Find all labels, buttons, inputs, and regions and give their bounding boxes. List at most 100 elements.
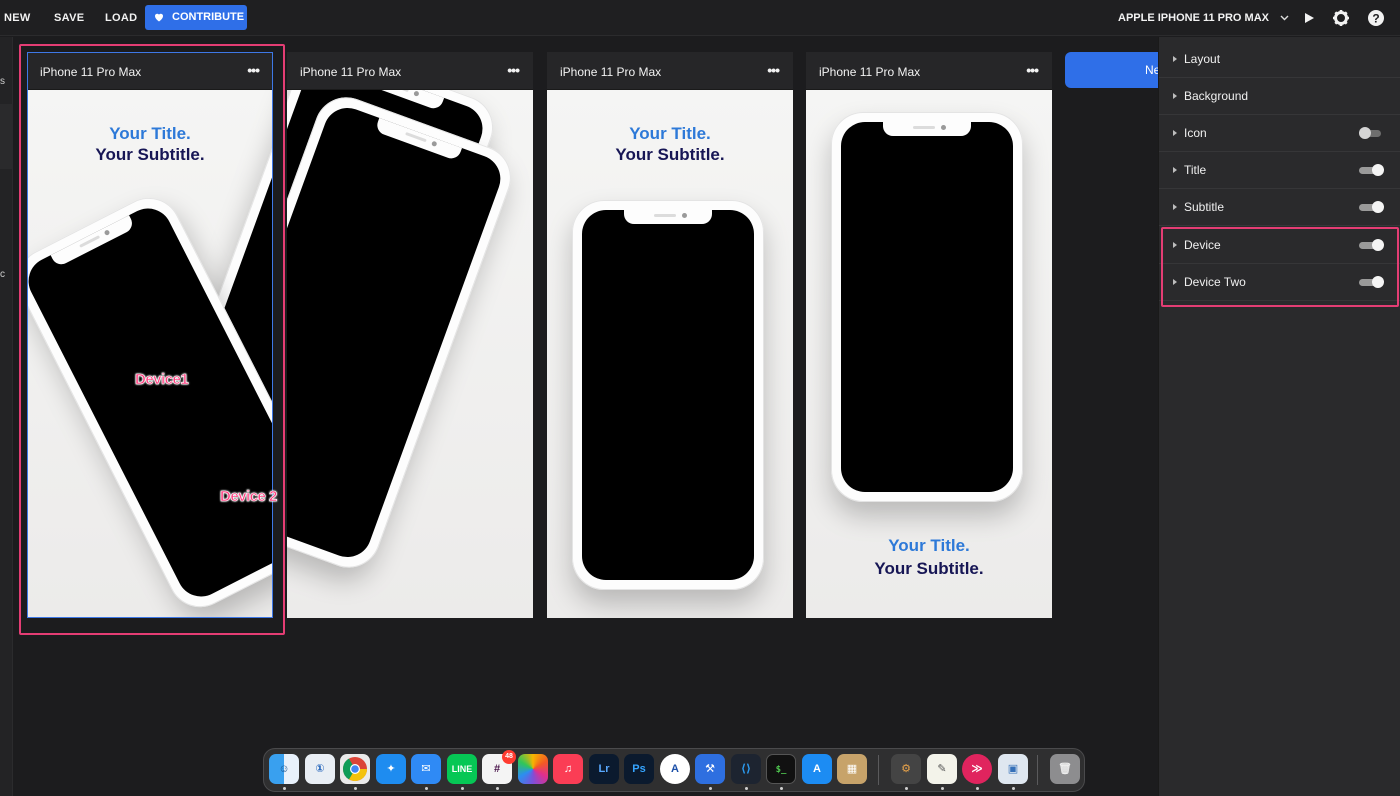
contribute-label: CONTRIBUTE — [172, 11, 245, 23]
app-store-icon[interactable]: A — [802, 754, 832, 784]
caret-right-icon — [1173, 242, 1177, 248]
screenshot-card-4[interactable]: iPhone 11 Pro Max ••• Your Title. Your S… — [806, 52, 1052, 618]
panel-row-layout[interactable]: Layout — [1159, 41, 1400, 78]
preview-title: Your Title. — [629, 124, 711, 143]
safari-icon[interactable]: ✦ — [376, 754, 406, 784]
photos-icon[interactable] — [518, 754, 548, 784]
preview-subtitle: Your Subtitle. — [615, 145, 725, 164]
panel-row-label: Layout — [1184, 52, 1221, 66]
running-indicator — [941, 787, 944, 790]
icon-toggle[interactable] — [1359, 127, 1384, 139]
left-sidebar-char: c — [0, 269, 5, 280]
music-icon[interactable]: ♫ — [553, 754, 583, 784]
dock-separator — [1037, 755, 1038, 785]
running-indicator — [1012, 787, 1015, 790]
more-options-icon[interactable]: ••• — [1026, 62, 1039, 78]
title-toggle[interactable] — [1359, 164, 1384, 176]
1password-icon[interactable]: ① — [305, 754, 335, 784]
caret-right-icon — [1173, 204, 1177, 210]
running-indicator — [780, 787, 783, 790]
macos-dock: ☺ ① ✦ ✉ LINE #48 ♫ Lr Ps A ⚒ ⟨⟩ $_ A ▦ ⚙… — [263, 748, 1085, 792]
panel-row-label: Device Two — [1184, 275, 1246, 289]
help-icon[interactable]: ? — [1366, 8, 1386, 28]
save-button[interactable]: SAVE — [54, 0, 84, 36]
xcode-icon[interactable]: ⚒ — [695, 754, 725, 784]
top-toolbar: NEW SAVE LOAD CONTRIBUTE APPLE IPHONE 11… — [0, 0, 1400, 36]
panel-row-icon[interactable]: Icon — [1159, 115, 1400, 152]
photoshop-icon[interactable]: Ps — [624, 754, 654, 784]
device-mockup[interactable] — [572, 200, 764, 590]
card-title: iPhone 11 Pro Max — [560, 65, 662, 79]
terminal-icon[interactable]: $_ — [766, 754, 796, 784]
line-icon[interactable]: LINE — [447, 754, 477, 784]
caret-right-icon — [1173, 93, 1177, 99]
lightroom-icon[interactable]: Lr — [589, 754, 619, 784]
load-button[interactable]: LOAD — [105, 0, 137, 36]
mail-icon[interactable]: ✉ — [411, 754, 441, 784]
card-title: iPhone 11 Pro Max — [819, 65, 921, 79]
chevron-down-icon — [1280, 15, 1289, 21]
left-sidebar-collapsed: s c — [0, 37, 13, 796]
screenshot-card-3[interactable]: iPhone 11 Pro Max ••• Your Title. Your S… — [547, 52, 793, 618]
card-canvas: Your Title. Your Subtitle. — [547, 90, 793, 618]
running-indicator — [496, 787, 499, 790]
trash-icon[interactable]: 🗑 — [1050, 754, 1080, 784]
play-icon[interactable] — [1299, 8, 1319, 28]
left-sidebar-active-item[interactable] — [0, 104, 13, 169]
textedit-icon[interactable]: ✎ — [927, 754, 957, 784]
preview-subtitle: Your Subtitle. — [874, 559, 984, 578]
device-mockup[interactable] — [831, 112, 1023, 502]
finder-icon[interactable]: ☺ — [269, 754, 299, 784]
heart-icon — [155, 13, 163, 22]
automator-icon[interactable]: ⚙ — [891, 754, 921, 784]
vectornator-icon[interactable]: A — [660, 754, 690, 784]
card-header: iPhone 11 Pro Max ••• — [287, 52, 533, 90]
running-indicator — [709, 787, 712, 790]
pinterest-icon[interactable]: ≫ — [962, 754, 992, 784]
card-title: iPhone 11 Pro Max — [300, 65, 402, 79]
panel-row-label: Icon — [1184, 126, 1207, 140]
preview-icon[interactable]: ▣ — [998, 754, 1028, 784]
panel-row-background[interactable]: Background — [1159, 78, 1400, 115]
screenshot-card-2[interactable]: iPhone 11 Pro Max ••• — [287, 52, 533, 618]
panel-row-label: Title — [1184, 163, 1207, 177]
running-indicator — [745, 787, 748, 790]
dock-separator — [878, 755, 879, 785]
preview-title: Your Title. — [109, 124, 191, 143]
next-button[interactable]: Ne — [1065, 52, 1165, 88]
annotation-device2-label: Device 2 — [220, 488, 278, 506]
card-canvas: Your Title. Your Subtitle. — [27, 90, 273, 618]
panel-row-device[interactable]: Device — [1159, 227, 1400, 264]
slack-icon[interactable]: #48 — [482, 750, 516, 784]
caret-right-icon — [1173, 56, 1177, 62]
device-two-toggle[interactable] — [1359, 276, 1384, 288]
more-options-icon[interactable]: ••• — [507, 62, 520, 78]
chrome-icon[interactable] — [340, 754, 370, 784]
preview-subtitle: Your Subtitle. — [95, 145, 205, 164]
gear-icon[interactable] — [1331, 8, 1351, 28]
card-canvas: Your Title. Your Subtitle. — [806, 90, 1052, 618]
archive-utility-icon[interactable]: ▦ — [837, 754, 867, 784]
device-selector-label: APPLE IPHONE 11 PRO MAX — [1118, 12, 1269, 24]
device-toggle[interactable] — [1359, 239, 1384, 251]
properties-panel: Layout Background Icon Title Subtitle De… — [1158, 37, 1400, 796]
device-selector[interactable]: APPLE IPHONE 11 PRO MAX — [1118, 0, 1289, 36]
contribute-button[interactable]: CONTRIBUTE — [145, 5, 247, 30]
device-mockup[interactable] — [287, 90, 520, 577]
vscode-icon[interactable]: ⟨⟩ — [731, 754, 761, 784]
panel-row-title[interactable]: Title — [1159, 152, 1400, 189]
panel-row-subtitle[interactable]: Subtitle — [1159, 189, 1400, 226]
subtitle-toggle[interactable] — [1359, 201, 1384, 213]
panel-row-label: Device — [1184, 238, 1221, 252]
more-options-icon[interactable]: ••• — [247, 62, 260, 78]
running-indicator — [461, 787, 464, 790]
running-indicator — [283, 787, 286, 790]
panel-row-label: Subtitle — [1184, 200, 1225, 214]
card-canvas — [287, 90, 533, 618]
running-indicator — [976, 787, 979, 790]
caret-right-icon — [1173, 130, 1177, 136]
new-button[interactable]: NEW — [4, 0, 31, 36]
screenshot-card-1[interactable]: iPhone 11 Pro Max ••• Your Title. Your S… — [27, 52, 273, 618]
more-options-icon[interactable]: ••• — [767, 62, 780, 78]
panel-row-device-two[interactable]: Device Two — [1159, 264, 1400, 301]
